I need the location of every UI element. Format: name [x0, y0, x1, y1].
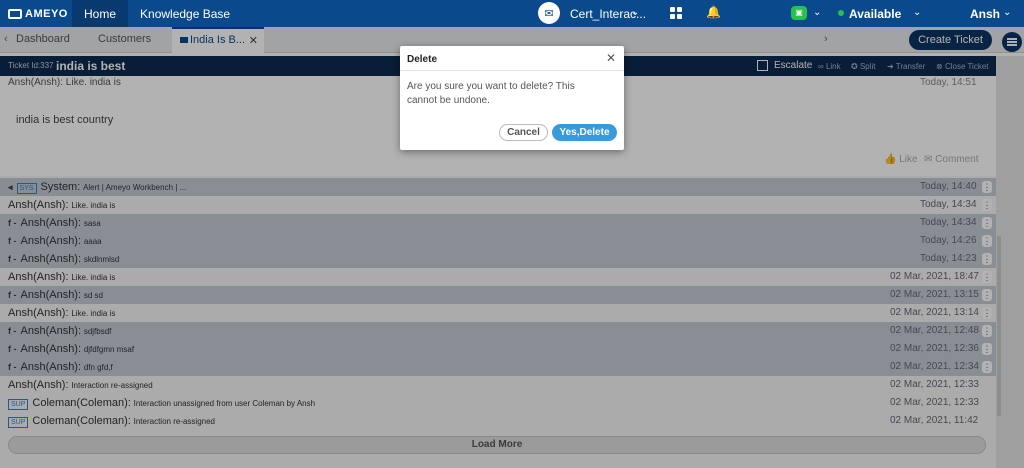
chat-icon[interactable]: ✉ [538, 2, 560, 24]
chevron-down-icon[interactable]: ⌄ [1003, 7, 1011, 18]
chevron-down-icon[interactable]: ⌄ [813, 7, 821, 18]
logo-text: AMEYO [25, 7, 68, 20]
dialog-divider [400, 70, 624, 71]
ameyo-logo[interactable]: AMEYO [0, 0, 72, 27]
apps-grid-icon[interactable] [670, 7, 682, 19]
status-dot-icon [838, 10, 844, 16]
bell-icon[interactable]: 🔔 [706, 5, 721, 19]
nav-home[interactable]: Home [72, 0, 129, 27]
chevron-down-icon[interactable]: ⌄ [631, 7, 639, 18]
delete-dialog: Delete ✕ Are you sure you want to delete… [400, 46, 624, 150]
logo-mark-icon [8, 8, 22, 19]
confirm-delete-button[interactable]: Yes,Delete [552, 124, 617, 141]
dialog-title: Delete [407, 54, 438, 65]
availability-status[interactable]: Available [849, 7, 901, 21]
cancel-button[interactable]: Cancel [499, 124, 548, 141]
close-icon[interactable]: ✕ [606, 51, 616, 65]
top-navbar: AMEYO Home Knowledge Base ✉ Cert_Interac… [0, 0, 1024, 27]
dialog-message: Are you sure you want to delete? This ca… [407, 81, 575, 106]
user-menu[interactable]: Ansh [970, 7, 1000, 21]
call-status-icon[interactable]: ▣ [791, 6, 807, 20]
chevron-down-icon[interactable]: ⌄ [913, 7, 921, 18]
nav-knowledge-base[interactable]: Knowledge Base [128, 0, 242, 27]
